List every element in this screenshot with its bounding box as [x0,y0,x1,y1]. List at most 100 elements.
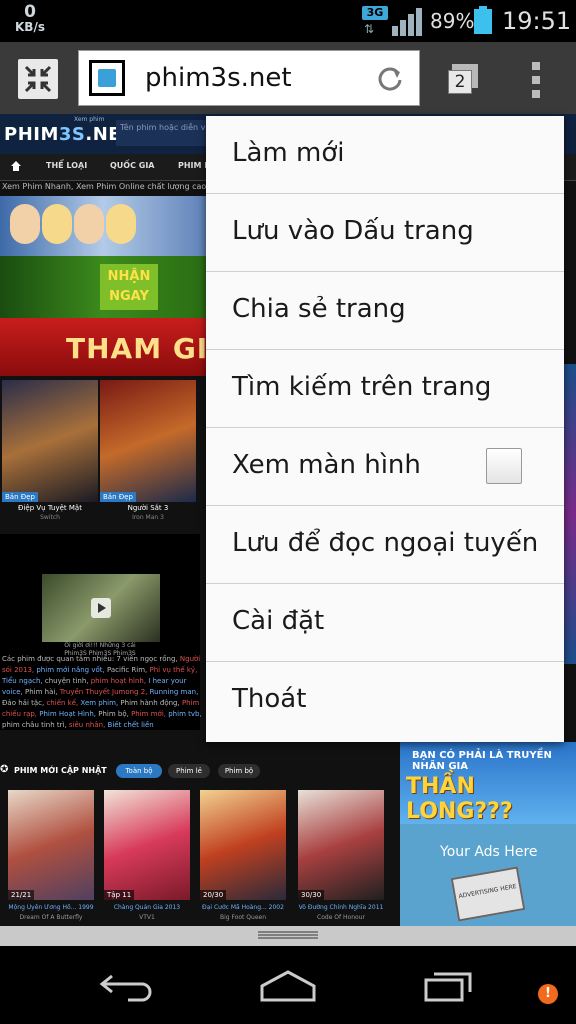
popular-link[interactable]: siêu nhân, [67,721,105,729]
nav-item-genres[interactable]: THỂ LOẠI [46,161,87,170]
movie-poster[interactable]: 20/30 [200,790,286,900]
fullscreen-icon [24,65,52,93]
featured-subtitle: Switch [40,514,60,521]
movie-poster[interactable]: 30/30 [298,790,384,900]
favicon [89,60,125,96]
video-thumbnail[interactable] [42,574,160,642]
episode-badge: 21/21 [8,890,35,900]
popular-intro: Các phim được quan tâm nhiều: [2,655,115,663]
popular-link[interactable]: 7 viên ngọc rồng, [116,655,177,663]
movie-subtitle: Dream Of A Butterfly [19,914,83,921]
menu-item-share-page[interactable]: Chia sẻ trang [206,272,564,350]
url-text[interactable]: phim3s.net [145,63,292,93]
promo-line-2: THẦN LONG??? [406,774,513,824]
home-icon[interactable] [10,159,22,173]
filter-single[interactable]: Phim lẻ [168,764,210,778]
tabs-button[interactable]: 2 [440,62,480,98]
popular-link[interactable]: Phim bộ, [96,710,129,718]
featured-title[interactable]: Người Sắt 3 [100,504,196,512]
popular-link[interactable]: Running man, [147,688,199,696]
popular-link[interactable]: Phi vụ thế kỷ, [147,666,198,674]
episode-badge: 20/30 [200,890,227,900]
movie-title[interactable]: Đại Cước Mã Hoàng... 2002 [195,904,291,911]
popular-link[interactable]: chiến kế, [44,699,78,707]
film-icon: ✪ [0,764,9,775]
logo-subtitle: Xem phim [74,116,105,123]
popular-link[interactable]: Truyền Thuyết Jumong 2, [58,688,148,696]
popular-link[interactable]: Biết chết liền [105,721,154,729]
recents-icon[interactable] [418,968,478,1002]
signal-icon [392,8,422,36]
featured-poster[interactable]: Bản Đẹp [100,380,196,502]
popular-link[interactable]: phim tvb, [166,710,201,718]
movie-title[interactable]: Mộng Uyên Ương Hồ... 1999 [3,904,99,911]
popular-link[interactable]: Phim mới, [129,710,166,718]
site-search-input[interactable]: Tên phim hoặc diễn viên [116,120,216,146]
overflow-menu-dot [532,90,540,98]
game-banner-1[interactable] [0,196,206,256]
browser-toolbar: phim3s.net 2 [0,42,576,114]
overflow-menu: Làm mới Lưu vào Dấu trang Chia sẻ trang … [206,116,564,742]
menu-item-save-offline[interactable]: Lưu để đọc ngoại tuyến [206,506,564,584]
site-logo[interactable]: PHIM3S.NET [4,124,134,145]
menu-item-label: Lưu để đọc ngoại tuyến [232,528,539,558]
movie-subtitle: Big Foot Queen [219,914,267,921]
filter-series[interactable]: Phim bộ [218,764,260,778]
popular-link[interactable]: phim mới nâng vốt, [34,666,104,674]
play-icon[interactable] [91,598,111,618]
network-speed-value: 0 [24,2,36,22]
menu-item-label: Chia sẻ trang [232,294,406,324]
menu-item-save-bookmark[interactable]: Lưu vào Dấu trang [206,194,564,272]
featured-poster[interactable]: Bản Đẹp [2,380,98,502]
overflow-menu-button[interactable] [528,60,544,100]
filter-all[interactable]: Toàn bộ [116,764,162,778]
game-banner-2[interactable]: NHẬN NGAY [0,256,206,318]
menu-item-desktop-view[interactable]: Xem màn hình [206,428,564,506]
popular-link[interactable]: Đảo hải tặc, [2,699,44,707]
menu-item-find-on-page[interactable]: Tìm kiếm trên trang [206,350,564,428]
popular-link[interactable]: Phim hành động, [118,699,179,707]
popular-link[interactable]: Xem phim, [78,699,118,707]
address-bar[interactable]: phim3s.net [78,50,420,106]
status-bar: 0 KB/s 3G ⇅ 89% 19:51 [0,0,576,42]
popular-link[interactable]: chuyện tình, [43,677,89,685]
back-icon[interactable] [98,968,158,1002]
nav-item-country[interactable]: QUỐC GIA [110,161,155,170]
movie-poster[interactable]: Tập 11 [104,790,190,900]
popular-link[interactable]: Tiểu ngạch, [2,677,43,685]
featured-title[interactable]: Điệp Vụ Tuyệt Mật [2,504,98,512]
reload-icon[interactable] [375,63,405,93]
movie-title[interactable]: Vô Đường Chính Nghĩa 2011 [293,904,389,911]
menu-item-settings[interactable]: Cài đặt [206,584,564,662]
banner-cta: NHẬN NGAY [100,264,158,310]
home-button-icon[interactable] [258,968,318,1002]
popular-link[interactable]: phim châu tinh trì, [2,721,67,729]
ad-placeholder[interactable]: Your Ads Here ADVERTISING HERE [400,824,576,926]
popular-links[interactable]: 7 viên ngọc rồng, Người sói 2013, phim m… [2,655,202,729]
menu-item-exit[interactable]: Thoát [206,662,564,740]
popular-link[interactable]: Phim Hoạt Hình, [37,710,96,718]
logo-prefix: PHIM [4,124,59,145]
overflow-menu-dot [532,76,540,84]
menu-item-refresh[interactable]: Làm mới [206,116,564,194]
new-movies-header: ✪ PHIM MỚI CẬP NHẬT Toàn bộ Phim lẻ Phim… [0,758,400,784]
game-banner-3[interactable]: THAM GIA [0,318,206,376]
network-speed-unit: KB/s [15,20,45,34]
bottom-scroll-bar[interactable] [0,926,576,946]
game-promo-banner[interactable]: BẠN CÓ PHẢI LÀ TRUYỀN NHÂN GIA THẦN LONG… [400,742,576,824]
fullscreen-button[interactable] [18,59,58,99]
movie-title[interactable]: Chàng Quản Gia 2013 [99,904,195,911]
poster-badge: Bản Đẹp [2,492,38,502]
desktop-view-checkbox[interactable] [486,448,522,484]
popular-link[interactable]: Phim hài, [23,688,58,696]
popular-link[interactable]: Pacific Rim, [105,666,147,674]
logo-accent: 3S [58,124,86,145]
network-speed: 0 KB/s [10,2,50,34]
movie-poster[interactable]: 21/21 [8,790,94,900]
banner-cta-line: NHẬN [107,269,151,284]
drag-handle-icon[interactable] [258,931,318,940]
popular-link[interactable]: phim hoạt hình, [89,677,146,685]
notification-badge[interactable]: ! [538,984,558,1004]
popular-searches: Các phim được quan tâm nhiều: 7 viên ngọ… [2,654,208,744]
video-caption-line: Ôi giời ơi!!! Những 3 cái [64,642,136,649]
